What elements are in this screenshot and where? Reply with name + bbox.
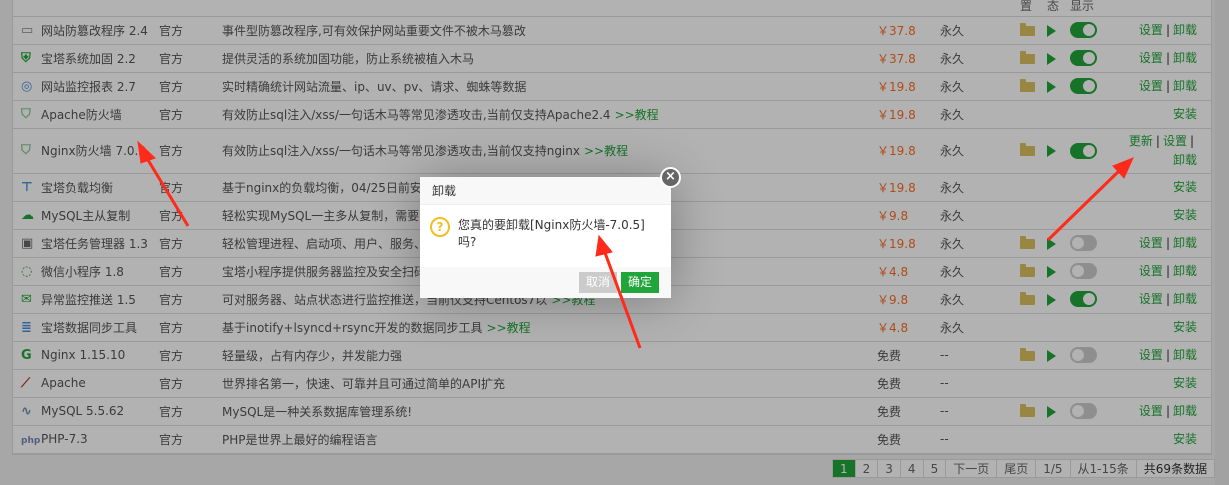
arrow-to-dialog-version [602, 249, 642, 349]
arrow-head [595, 234, 613, 257]
arrow-to-version [143, 154, 190, 227]
arrow-head [137, 140, 156, 164]
arrow-to-update [1046, 168, 1122, 242]
annotation-arrows [137, 140, 1134, 349]
